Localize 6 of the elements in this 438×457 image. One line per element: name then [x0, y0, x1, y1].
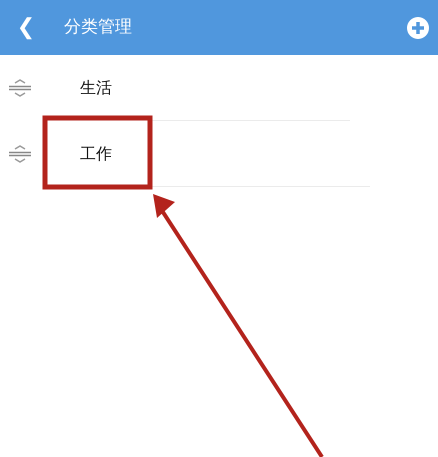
drag-handle-icon[interactable] — [8, 145, 32, 163]
add-icon[interactable] — [406, 16, 430, 40]
drag-handle-icon[interactable] — [8, 79, 32, 97]
category-label[interactable]: 工作 — [80, 142, 112, 166]
category-label[interactable]: 生活 — [80, 76, 112, 100]
page-title: 分类管理 — [64, 16, 132, 39]
